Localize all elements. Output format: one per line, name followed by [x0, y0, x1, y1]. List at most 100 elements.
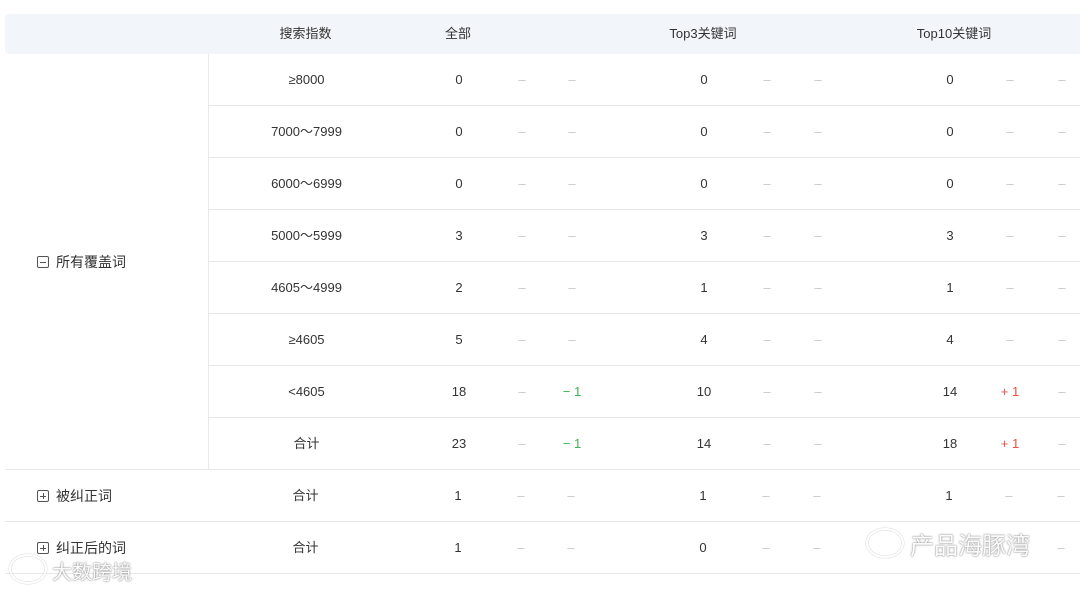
- change-cell: –: [1058, 72, 1066, 87]
- change-cell: –: [814, 228, 822, 243]
- range-cell: 合计: [293, 436, 320, 451]
- change-cell: –: [763, 228, 771, 243]
- group-toggle[interactable]: 所有覆盖词: [37, 252, 126, 272]
- row-group: 所有覆盖词 ≥8000 0– –0– –0– –7000～7999 0– –0– –0– –600…: [5, 54, 1080, 470]
- change-cell: + 1: [1000, 436, 1020, 451]
- change-cell: –: [1006, 332, 1014, 347]
- table-row: 6000～6999 0– –0– –0– –: [209, 158, 1080, 210]
- range-cell: 合计: [292, 540, 319, 555]
- table-row: <4605 18– − 1 10– –14 + 1–: [209, 366, 1080, 418]
- range-cell: ≥8000: [288, 72, 325, 87]
- header-top10: Top10关键词: [916, 26, 992, 41]
- change-cell: − 1: [562, 384, 582, 399]
- change-cell: –: [1058, 280, 1066, 295]
- change-cell: –: [1058, 384, 1066, 399]
- change-cell: –: [1005, 488, 1013, 503]
- header-all: 全部: [444, 26, 471, 41]
- range-cell: 4605～4999: [271, 280, 342, 295]
- table-row: ≥8000 0– –0– –0– –: [209, 54, 1080, 106]
- change-cell: –: [517, 488, 525, 503]
- change-cell: –: [814, 332, 822, 347]
- range-cell: 合计: [292, 488, 319, 503]
- change-cell: –: [1006, 280, 1014, 295]
- change-cell: –: [763, 176, 771, 191]
- change-cell: –: [568, 124, 576, 139]
- change-cell: –: [762, 488, 770, 503]
- change-cell: –: [518, 436, 526, 451]
- change-cell: –: [1057, 540, 1065, 555]
- change-cell: –: [814, 384, 822, 399]
- row-group: 被纠正词 合计 1– –1– –1– –: [5, 470, 1080, 522]
- change-cell: –: [813, 488, 821, 503]
- change-cell: –: [518, 176, 526, 191]
- change-cell: –: [568, 176, 576, 191]
- watermark-left-icon: [9, 554, 47, 584]
- change-cell: + 1: [1000, 384, 1020, 399]
- change-cell: –: [1058, 436, 1066, 451]
- change-cell: –: [568, 280, 576, 295]
- change-cell: –: [567, 488, 575, 503]
- watermark-left-text: 大数跨境: [52, 560, 132, 584]
- change-cell: –: [814, 72, 822, 87]
- table-row: ≥4605 5– –4– –4– –: [209, 314, 1080, 366]
- collapse-icon[interactable]: [37, 256, 49, 268]
- expand-icon[interactable]: [37, 490, 49, 502]
- change-cell: –: [568, 332, 576, 347]
- group-toggle[interactable]: 纠正后的词: [37, 538, 126, 558]
- table-body: 所有覆盖词 ≥8000 0– –0– –0– –7000～7999 0– –0– –0– –600…: [5, 54, 1080, 574]
- change-cell: –: [518, 332, 526, 347]
- change-cell: –: [518, 280, 526, 295]
- change-cell: –: [763, 384, 771, 399]
- range-cell: ≥4605: [288, 332, 325, 347]
- change-cell: –: [518, 124, 526, 139]
- change-cell: –: [814, 280, 822, 295]
- group-label: 所有覆盖词: [56, 254, 126, 270]
- keyword-coverage-table: 搜索指数 全部 Top3关键词 Top10关键词 所有覆盖词 ≥8000 0– –0–…: [5, 14, 1080, 574]
- change-cell: –: [1058, 176, 1066, 191]
- change-cell: –: [814, 176, 822, 191]
- group-label: 纠正后的词: [56, 540, 126, 556]
- group-label: 被纠正词: [56, 488, 112, 504]
- change-cell: –: [1058, 332, 1066, 347]
- change-cell: –: [814, 436, 822, 451]
- change-cell: –: [1058, 228, 1066, 243]
- change-cell: –: [1006, 72, 1014, 87]
- change-cell: –: [1057, 488, 1065, 503]
- change-cell: –: [568, 72, 576, 87]
- header-top3: Top3关键词: [669, 26, 737, 41]
- change-cell: –: [1006, 176, 1014, 191]
- expand-icon[interactable]: [37, 542, 49, 554]
- range-cell: 7000～7999: [271, 124, 342, 139]
- table-row: 合计 1– –1– –1– –: [208, 470, 1080, 521]
- change-cell: –: [568, 228, 576, 243]
- table-row: 5000～5999 3– –3– –3– –: [209, 210, 1080, 262]
- group-toggle[interactable]: 被纠正词: [37, 486, 112, 506]
- change-cell: –: [763, 332, 771, 347]
- header-search-index: 搜索指数: [279, 26, 332, 41]
- table-row: 7000～7999 0– –0– –0– –: [209, 106, 1080, 158]
- range-cell: <4605: [288, 384, 325, 399]
- change-cell: –: [813, 540, 821, 555]
- table-header: 搜索指数 全部 Top3关键词 Top10关键词: [5, 14, 1080, 54]
- change-cell: –: [1058, 124, 1066, 139]
- change-cell: − 1: [562, 436, 582, 451]
- change-cell: –: [763, 436, 771, 451]
- change-cell: –: [517, 540, 525, 555]
- range-cell: 5000～5999: [271, 228, 342, 243]
- change-cell: –: [763, 124, 771, 139]
- change-cell: –: [763, 280, 771, 295]
- change-cell: –: [567, 540, 575, 555]
- change-cell: –: [814, 124, 822, 139]
- watermark-wechat-icon: [866, 528, 904, 558]
- table-row: 合计 23– − 1 14– –18 + 1–: [209, 418, 1080, 469]
- change-cell: –: [518, 228, 526, 243]
- change-cell: –: [1006, 124, 1014, 139]
- change-cell: –: [1006, 228, 1014, 243]
- table-row: 4605～4999 2– –1– –1– –: [209, 262, 1080, 314]
- watermark-right-text: 产品海豚湾: [910, 532, 1030, 560]
- change-cell: –: [762, 540, 770, 555]
- change-cell: –: [763, 72, 771, 87]
- range-cell: 6000～6999: [271, 176, 342, 191]
- change-cell: –: [518, 384, 526, 399]
- change-cell: –: [518, 72, 526, 87]
